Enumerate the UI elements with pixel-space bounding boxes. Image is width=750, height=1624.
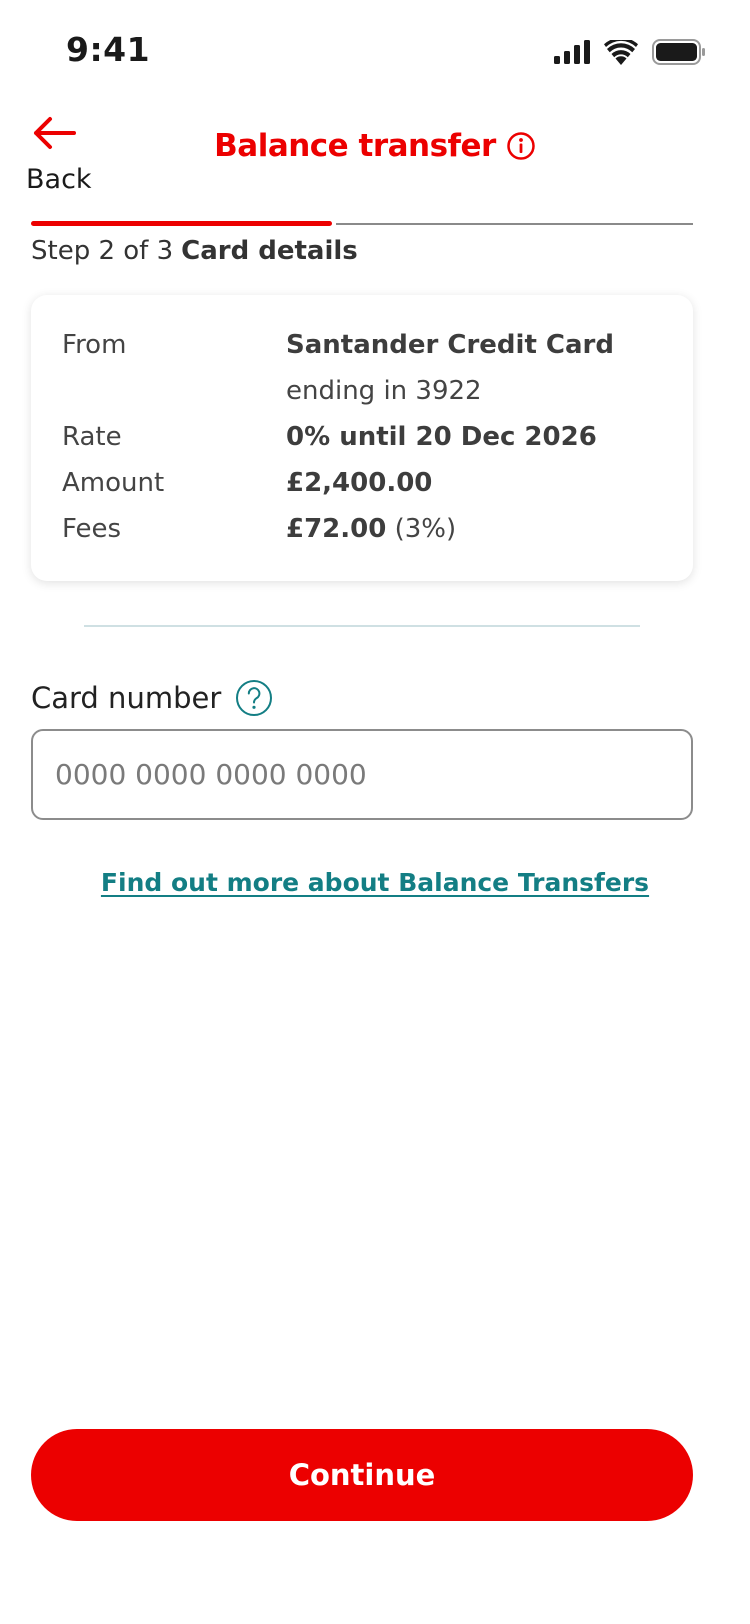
card-number-label-row: Card number [31, 677, 273, 719]
amount-value: £2,400.00 [286, 465, 432, 501]
rate-label: Rate [62, 422, 122, 452]
fees-value: £72.00 (3%) [286, 511, 456, 547]
amount-label: Amount [62, 468, 165, 498]
status-bar: 9:41 [0, 0, 750, 100]
status-icons [554, 36, 706, 68]
step-name: Card details [181, 236, 358, 266]
section-divider [84, 625, 640, 627]
step-progress-remaining [336, 223, 693, 225]
amount-text: £2,400.00 [286, 468, 433, 498]
transfer-summary-card: From Santander Credit Card ending in 392… [31, 295, 693, 581]
signal-icon [554, 40, 590, 64]
continue-button[interactable]: Continue [31, 1429, 693, 1521]
step-count: Step 2 of 3 [31, 236, 174, 266]
from-label: From [62, 330, 127, 360]
wifi-icon [604, 39, 638, 65]
page-title: Balance transfer [214, 128, 496, 164]
from-value: Santander Credit Card [286, 327, 614, 363]
header: Balance transfer [0, 128, 750, 164]
fees-label: Fees [62, 514, 122, 544]
battery-icon [652, 39, 705, 65]
card-number-label: Card number [31, 681, 222, 715]
balance-transfers-info-link[interactable]: Find out more about Balance Transfers [0, 868, 750, 897]
fees-amount: £72.00 [286, 514, 387, 544]
rate-value: 0% until 20 Dec 2026 [286, 419, 597, 455]
from-card-ending: ending in 3922 [286, 376, 482, 406]
back-label: Back [26, 164, 92, 195]
step-progress-fill [31, 221, 332, 226]
question-circle-icon[interactable] [235, 679, 273, 717]
step-indicator: Step 2 of 3 Card details [31, 236, 358, 266]
step-progress-bar [31, 221, 693, 227]
from-card-name: Santander Credit Card [286, 330, 614, 360]
status-time: 9:41 [66, 30, 151, 69]
info-icon[interactable] [506, 131, 536, 161]
card-number-input[interactable] [31, 729, 693, 820]
rate-text: 0% until 20 Dec 2026 [286, 422, 597, 452]
fees-percent: (3%) [394, 514, 457, 544]
